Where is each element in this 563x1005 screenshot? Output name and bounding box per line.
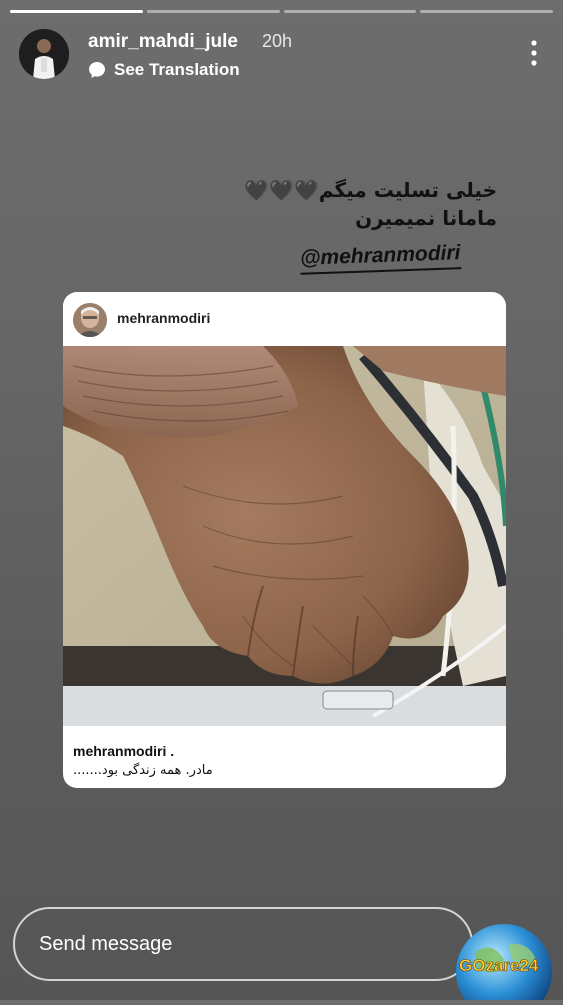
- shared-post-header: mehranmodiri: [63, 292, 506, 346]
- caption-line-1: خیلی تسلیت میگم🖤🖤🖤: [177, 176, 497, 204]
- shared-post-card[interactable]: mehranmodiri mehranmodiri . مادر. همه زن…: [63, 292, 506, 788]
- gozare24-watermark: GOzare24: [455, 922, 553, 1005]
- post-author-avatar: [73, 303, 107, 337]
- post-author-username: mehranmodiri: [117, 310, 211, 326]
- see-translation-button[interactable]: See Translation: [88, 60, 240, 80]
- progress-segment: [420, 10, 553, 13]
- more-options-icon[interactable]: [531, 40, 537, 66]
- watermark-text: GOzare24: [459, 956, 539, 975]
- post-caption: مادر. همه زندگی بود.......: [73, 763, 213, 778]
- see-translation-label: See Translation: [114, 60, 240, 79]
- post-photo: [63, 346, 506, 726]
- story-timestamp: 20h: [262, 31, 293, 51]
- story-caption: خیلی تسلیت میگم🖤🖤🖤 مامانا نمیمیرن: [177, 176, 497, 232]
- progress-segment: [283, 10, 417, 13]
- translate-icon: [89, 62, 105, 78]
- progress-segment: [146, 10, 280, 13]
- send-message-input[interactable]: Send message: [13, 907, 473, 981]
- story-progress-bar: [10, 10, 553, 13]
- progress-segment: [10, 10, 143, 13]
- story-username[interactable]: amir_mahdi_jule: [88, 31, 238, 53]
- black-hearts-emoji: 🖤🖤🖤: [244, 178, 319, 202]
- mention-sticker[interactable]: @mehranmodiri: [299, 241, 461, 275]
- send-message-placeholder: Send message: [39, 933, 173, 955]
- caption-line-1-text: خیلی تسلیت میگم: [318, 178, 497, 202]
- post-footer-username: mehranmodiri .: [73, 743, 175, 759]
- avatar[interactable]: [19, 29, 69, 79]
- caption-line-2: مامانا نمیمیرن: [355, 206, 497, 230]
